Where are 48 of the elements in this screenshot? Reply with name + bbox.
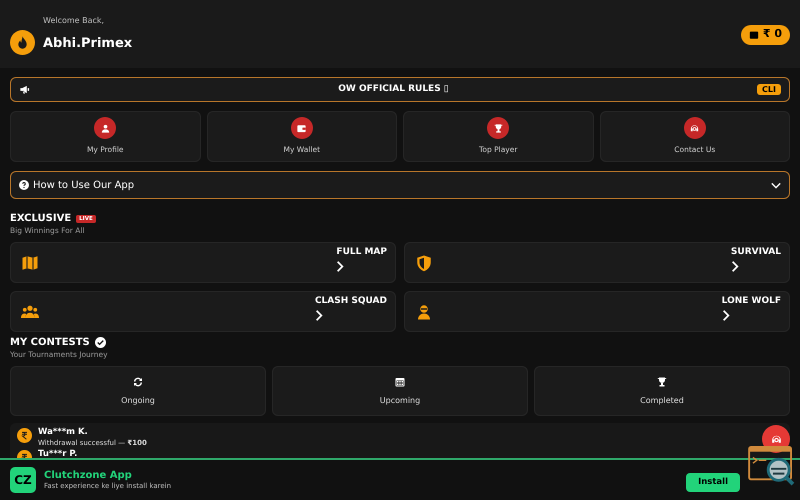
game-mode-card[interactable]: CLASH SQUAD bbox=[10, 291, 396, 332]
install-button[interactable]: Install bbox=[686, 472, 740, 492]
headset-icon bbox=[684, 117, 706, 140]
inspector-window-icon[interactable] bbox=[748, 446, 796, 486]
section-title: MY CONTESTS bbox=[10, 336, 90, 350]
how-to-dropdown[interactable]: How to Use Our App bbox=[10, 171, 790, 199]
app-title: Clutchzone App bbox=[44, 469, 133, 482]
game-mode-card[interactable]: FULL MAP bbox=[10, 242, 396, 283]
section-title: EXCLUSIVE bbox=[10, 212, 72, 226]
balance-button[interactable]: ₹ 0 bbox=[740, 24, 790, 44]
mode-label: CLASH SQUAD bbox=[314, 294, 387, 308]
contest-tab[interactable]: Completed bbox=[534, 366, 790, 416]
question-icon bbox=[19, 180, 29, 190]
wallet-icon bbox=[748, 30, 759, 40]
chevron-right-icon bbox=[730, 261, 739, 272]
group-icon bbox=[21, 302, 39, 320]
calendar-icon bbox=[394, 376, 406, 388]
game-mode-card[interactable]: LONE WOLF bbox=[404, 291, 790, 332]
trophy-icon bbox=[487, 117, 510, 140]
wallet-icon bbox=[290, 117, 313, 140]
headset-icon bbox=[770, 432, 782, 446]
masked-person-icon bbox=[415, 302, 433, 320]
map-icon bbox=[21, 254, 39, 272]
winner-name: Tu***r P. bbox=[38, 449, 78, 460]
rupee-coin-icon bbox=[17, 428, 32, 443]
username: Abhi.Primex bbox=[43, 34, 132, 53]
megaphone-icon bbox=[19, 84, 30, 95]
mode-label: LONE WOLF bbox=[722, 294, 781, 308]
contest-tab[interactable]: Ongoing bbox=[10, 366, 266, 416]
welcome-text: Welcome Back, bbox=[43, 14, 106, 27]
shield-icon bbox=[415, 254, 433, 272]
check-circle-icon bbox=[94, 337, 106, 348]
mode-label: FULL MAP bbox=[336, 246, 387, 259]
rules-bar[interactable]: OW OFFICIAL RULES ▯ CLI bbox=[10, 77, 790, 102]
refresh-icon bbox=[132, 376, 144, 388]
chevron-right-icon bbox=[314, 310, 323, 322]
winner-name: Wa***m K. bbox=[38, 427, 89, 438]
fire-logo-icon bbox=[10, 30, 35, 54]
rules-text: OW OFFICIAL RULES ▯ bbox=[337, 82, 450, 96]
contest-tab[interactable]: Upcoming bbox=[272, 366, 528, 416]
chevron-right-icon bbox=[722, 310, 730, 322]
chevron-right-icon bbox=[336, 261, 344, 272]
mode-label: SURVIVAL bbox=[730, 246, 781, 259]
trophy-icon bbox=[656, 376, 668, 388]
person-icon bbox=[94, 117, 116, 140]
game-mode-card[interactable]: SURVIVAL bbox=[404, 242, 790, 283]
app-logo: CZ bbox=[10, 467, 36, 493]
cli-badge: CLI bbox=[757, 84, 781, 95]
